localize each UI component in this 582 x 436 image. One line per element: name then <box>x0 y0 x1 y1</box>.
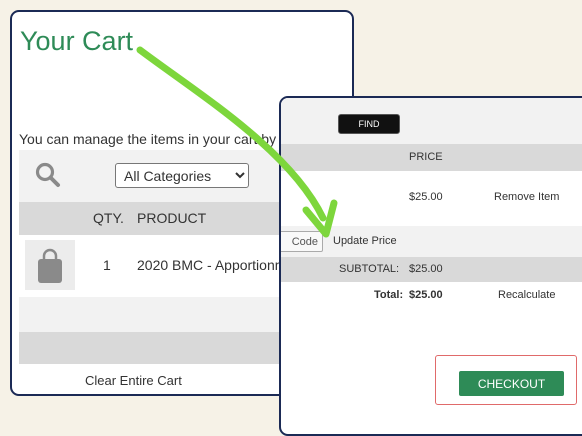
price-column-header: PRICE <box>409 151 443 163</box>
page-title: Your Cart <box>20 26 134 56</box>
table-row: $25.00 Remove Item <box>281 171 582 226</box>
product-thumbnail <box>25 240 75 290</box>
code-row: Code Update Price <box>281 226 582 257</box>
price-header-row: PRICE <box>281 144 582 171</box>
category-select[interactable]: All Categories <box>115 163 249 188</box>
find-button[interactable]: FIND <box>338 114 400 134</box>
checkout-highlight-box: CHECKOUT <box>435 355 577 405</box>
total-label: Total: <box>374 289 404 301</box>
subtotal-row: SUBTOTAL: $25.00 <box>281 257 582 282</box>
item-product-name[interactable]: 2020 BMC - Apportionme <box>137 257 294 273</box>
cart-intro-text: You can manage the items in your cart by… <box>19 131 298 147</box>
checkout-button[interactable]: CHECKOUT <box>459 371 564 396</box>
qty-column-header: QTY. <box>93 210 124 226</box>
subtotal-label: SUBTOTAL: <box>339 263 400 275</box>
subtotal-value: $25.00 <box>409 263 443 275</box>
search-icon[interactable] <box>35 162 61 193</box>
find-row: FIND <box>281 98 582 144</box>
shopping-bag-icon <box>38 248 62 283</box>
product-column-header: PRODUCT <box>137 210 207 226</box>
remove-item-link[interactable]: Remove Item <box>494 191 559 203</box>
clear-cart-link[interactable]: Clear Entire Cart <box>85 373 182 388</box>
apply-code-button[interactable]: Code <box>281 231 323 252</box>
item-price: $25.00 <box>409 191 443 203</box>
recalculate-link[interactable]: Recalculate <box>498 289 555 301</box>
checkout-panel: FIND PRICE $25.00 Remove Item Code Updat… <box>279 96 582 436</box>
total-value: $25.00 <box>409 289 443 301</box>
item-quantity: 1 <box>103 257 111 273</box>
total-row: Total: $25.00 Recalculate <box>281 282 582 308</box>
update-price-link[interactable]: Update Price <box>333 235 397 247</box>
